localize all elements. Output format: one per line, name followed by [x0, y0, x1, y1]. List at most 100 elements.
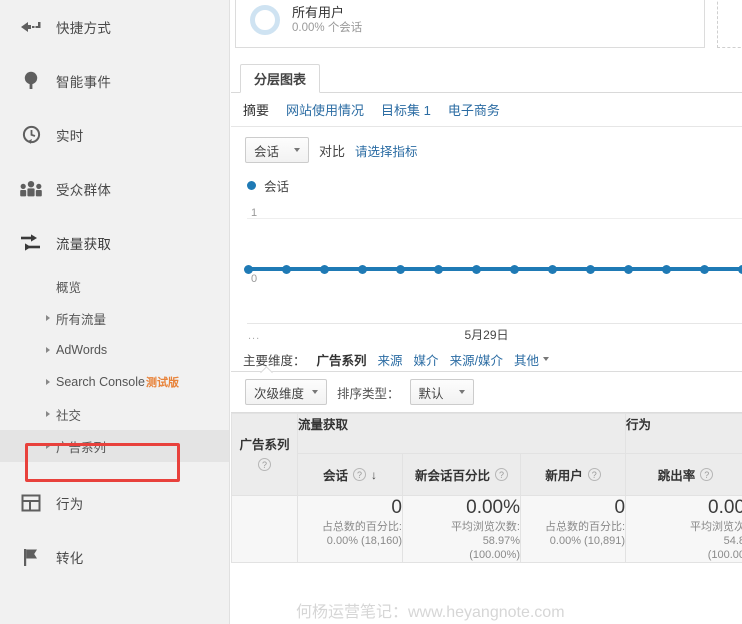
people-group-icon: [14, 176, 48, 202]
sidebar-subitem-label: Search Console: [56, 375, 145, 389]
tab-site-usage[interactable]: 网站使用情况: [286, 100, 364, 119]
segment-percent: 0.00%: [292, 21, 325, 34]
report-table: 广告系列 ? 流量获取 行为 会话 ? ↓ 新会话百分比 ? 新用户 ? 跳出率…: [231, 413, 742, 563]
sort-type-value: 默认: [418, 386, 444, 401]
help-icon[interactable]: ?: [587, 468, 601, 481]
dimension-divider: [231, 371, 742, 372]
primary-dimension-caption: 主要维度：: [243, 353, 306, 368]
report-table-wrap: 广告系列 ? 流量获取 行为 会话 ? ↓ 新会话百分比 ? 新用户 ? 跳出率…: [231, 412, 742, 563]
sub-tab-list: 摘要 网站使用情况 目标集 1 电子商务: [231, 93, 742, 127]
table-column-header-row: 会话 ? ↓ 新会话百分比 ? 新用户 ? 跳出率 ?: [232, 453, 742, 496]
sidebar-item-label: 快捷方式: [56, 21, 112, 36]
sort-descending-icon[interactable]: ↓: [371, 468, 377, 482]
chart-data-point[interactable]: [471, 264, 481, 274]
table-col-new-users[interactable]: 新用户 ?: [519, 453, 627, 496]
dimension-other-dropdown[interactable]: 其他: [514, 350, 550, 369]
sidebar-subitem-campaigns[interactable]: 广告系列: [0, 430, 229, 462]
chevron-right-icon: [46, 411, 50, 417]
lightbulb-icon: [14, 68, 48, 94]
sidebar: 快捷方式 智能事件 实时 受众群体 流量获取 概览 所有流量 AdWords S…: [0, 0, 230, 624]
secondary-dimension-label: 次级维度: [254, 386, 305, 401]
table-totals-row: 0 占总数的百分比: 0.00% (18,160) 0.00% 平均浏览次数: …: [231, 495, 742, 563]
secondary-dimension-select[interactable]: 次级维度: [245, 379, 328, 405]
tab-summary[interactable]: 摘要: [243, 100, 269, 119]
segment-unit: 个会话: [327, 21, 363, 34]
table-col-sessions[interactable]: 会话 ? ↓: [297, 453, 403, 496]
chart-data-point[interactable]: [357, 264, 367, 274]
sidebar-subitem-label: 广告系列: [56, 440, 107, 455]
chart-data-point[interactable]: [395, 264, 405, 274]
chevron-right-icon: [46, 443, 50, 449]
tab-layered-chart[interactable]: 分层图表: [240, 64, 321, 93]
totals-sessions-subvalue: 0.00% (18,160): [326, 535, 402, 547]
y-axis-max-label: 1: [251, 207, 258, 219]
sidebar-item-realtime[interactable]: 实时: [0, 108, 229, 162]
totals-new-users-value: 0: [614, 497, 626, 518]
help-icon[interactable]: ?: [495, 468, 508, 481]
segment-donut-icon: [250, 5, 280, 35]
metric-select[interactable]: 会话: [245, 137, 309, 163]
sidebar-item-behavior[interactable]: 行为: [0, 476, 229, 530]
segment-card-all-users[interactable]: 所有用户 0.00% 个会话: [235, 0, 705, 48]
tab-ecommerce[interactable]: 电子商务: [448, 100, 500, 119]
table-col-sessions-label: 会话: [322, 469, 348, 483]
sidebar-subitem-search-console[interactable]: Search Console 测试版: [0, 366, 229, 398]
table-totals-new-users: 0 占总数的百分比: 0.00% (10,891): [519, 495, 627, 563]
chart-data-point[interactable]: [737, 264, 742, 274]
totals-sessions-sublabel: 占总数的百分比:: [321, 521, 402, 533]
chart-data-point[interactable]: [433, 264, 443, 274]
tab-goal-set-1[interactable]: 目标集 1: [381, 100, 431, 119]
dimension-source-medium[interactable]: 来源/媒介: [450, 350, 503, 369]
sessions-line-chart[interactable]: 1 0 ... 5月29日: [231, 201, 742, 346]
totals-new-users-sublabel: 占总数的百分比:: [544, 521, 626, 533]
sidebar-subitem-overview[interactable]: 概览: [0, 270, 229, 302]
sidebar-item-conversions[interactable]: 转化: [0, 530, 229, 584]
chart-data-point[interactable]: [281, 264, 291, 274]
add-segment-button[interactable]: [717, 0, 742, 48]
segment-title: 所有用户: [292, 4, 345, 20]
dimension-medium[interactable]: 媒介: [414, 350, 439, 369]
table-col-new-users-label: 新用户: [545, 469, 583, 483]
totals-sessions-value: 0: [391, 497, 402, 518]
sidebar-subitem-social[interactable]: 社交: [0, 398, 229, 430]
table-totals-sessions: 0 占总数的百分比: 0.00% (18,160): [297, 495, 403, 563]
shortcut-arrow-icon: [14, 14, 48, 40]
chart-data-point[interactable]: [243, 264, 253, 274]
sidebar-subitem-all-traffic[interactable]: 所有流量: [0, 302, 229, 334]
totals-bounce-rate-sublabel: 平均浏览次: [690, 521, 742, 533]
table-col-new-sessions-pct[interactable]: 新会话百分比 ?: [402, 453, 521, 496]
sidebar-item-acquisition[interactable]: 流量获取: [0, 216, 229, 270]
help-icon[interactable]: ?: [700, 468, 714, 481]
chart-gridline-top: [247, 218, 742, 219]
table-dimension-header[interactable]: 广告系列 ?: [231, 413, 298, 496]
sidebar-item-audience[interactable]: 受众群体: [0, 162, 229, 216]
table-col-bounce-rate[interactable]: 跳出率 ?: [625, 453, 742, 496]
chart-data-point[interactable]: [547, 264, 557, 274]
segment-subtitle: 0.00% 个会话: [292, 21, 362, 36]
sort-type-select[interactable]: 默认: [409, 379, 474, 405]
chart-data-point[interactable]: [319, 264, 329, 274]
sidebar-item-shortcuts[interactable]: 快捷方式: [0, 0, 229, 54]
chart-data-point[interactable]: [623, 264, 633, 274]
chart-data-point[interactable]: [585, 264, 595, 274]
chevron-down-icon: [543, 357, 550, 361]
table-totals-dimension-cell: [231, 495, 298, 563]
flag-icon: [14, 544, 48, 570]
table-totals-bounce-rate: 0.00 平均浏览次 54.8 (100.00: [625, 495, 742, 563]
help-icon[interactable]: ?: [353, 468, 366, 481]
table-dimension-header-label: 广告系列: [239, 438, 290, 453]
chart-data-point[interactable]: [661, 264, 671, 274]
y-axis-zero-label: 0: [251, 273, 258, 285]
help-icon[interactable]: ?: [258, 458, 271, 472]
sidebar-item-intelligence[interactable]: 智能事件: [0, 54, 229, 108]
sidebar-item-label: 实时: [56, 129, 84, 144]
dimension-source[interactable]: 来源: [378, 350, 403, 369]
x-axis-label: 5月29日: [464, 328, 509, 342]
arrows-icon: [14, 230, 48, 256]
chart-data-point[interactable]: [699, 264, 709, 274]
dimension-campaign[interactable]: 广告系列: [317, 350, 367, 369]
chevron-down-icon: [312, 390, 319, 394]
select-metric-link[interactable]: 请选择指标: [355, 141, 418, 160]
chart-data-point[interactable]: [509, 264, 519, 274]
sidebar-subitem-adwords[interactable]: AdWords: [0, 334, 229, 366]
